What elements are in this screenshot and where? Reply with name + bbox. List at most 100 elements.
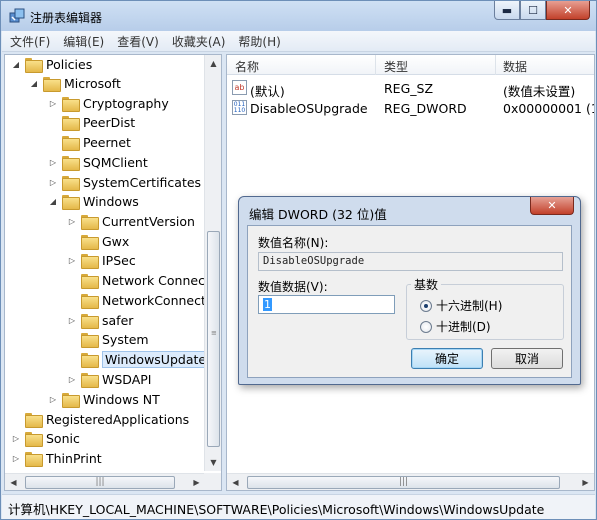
list-horizontal-scrollbar[interactable]: ◀ ||| ▶ — [227, 473, 594, 490]
folder-icon — [62, 116, 80, 131]
collapse-icon[interactable]: ◢ — [48, 197, 58, 207]
expand-icon[interactable]: ▷ — [11, 454, 21, 464]
radio-selected-icon[interactable] — [420, 299, 432, 312]
value-data-input[interactable]: 1 — [258, 295, 395, 314]
tree-item-label: WindowsUpdate — [102, 351, 210, 368]
scroll-right-icon[interactable]: ▶ — [188, 474, 205, 490]
tree-item-windows-nt[interactable]: ▷ Windows NT — [48, 390, 160, 409]
radio-unselected-icon[interactable] — [420, 320, 432, 333]
column-divider[interactable] — [495, 55, 496, 75]
tree-item-safer[interactable]: ▷ safer — [67, 311, 133, 330]
column-divider[interactable] — [375, 55, 376, 75]
tree-item-label: Microsoft — [64, 76, 121, 91]
close-icon: ✕ — [547, 199, 557, 212]
minimize-button[interactable]: ▬ — [494, 1, 520, 20]
tree-item-sonic[interactable]: ▷ Sonic — [11, 429, 80, 448]
tree-item-peerdist[interactable]: PeerDist — [48, 113, 135, 132]
tree-item-registeredapplications[interactable]: RegisteredApplications — [11, 410, 189, 429]
scroll-down-icon[interactable]: ▼ — [205, 454, 221, 471]
tree-item-microsoft[interactable]: ◢ Microsoft — [29, 74, 121, 93]
dialog-close-button[interactable]: ✕ — [530, 197, 574, 215]
menu-favorites[interactable]: 收藏夹(A) — [172, 33, 226, 50]
folder-icon — [43, 77, 61, 92]
tree-item-label: Peernet — [83, 135, 131, 150]
column-data[interactable]: 数据 — [503, 58, 527, 75]
tree-item-windows[interactable]: ◢ Windows — [48, 192, 139, 211]
tree-item-currentversion[interactable]: ▷ CurrentVersion — [67, 212, 195, 231]
regedit-app-icon — [9, 8, 25, 23]
tree-item-gwx[interactable]: Gwx — [67, 232, 129, 251]
no-expander — [67, 237, 77, 247]
scrollbar-corner — [204, 473, 221, 490]
expand-icon[interactable]: ▷ — [48, 99, 58, 109]
tree-item-cryptography[interactable]: ▷ Cryptography — [48, 94, 169, 113]
scroll-left-icon[interactable]: ◀ — [227, 474, 244, 490]
expand-icon[interactable]: ▷ — [11, 434, 21, 444]
no-expander — [48, 118, 58, 128]
no-expander — [67, 335, 77, 345]
radio-decimal[interactable]: 十进制(D) — [420, 318, 491, 335]
tree-item-policies[interactable]: ◢ Policies — [11, 55, 92, 74]
folder-icon — [62, 136, 80, 151]
tree-item-label: safer — [102, 313, 134, 328]
collapse-icon[interactable]: ◢ — [11, 60, 21, 70]
folder-icon — [62, 195, 80, 210]
dialog-body: 数值名称(N): DisableOSUpgrade 数值数据(V): 1 基数 … — [247, 225, 572, 378]
expand-icon[interactable]: ▷ — [67, 217, 77, 227]
radio-hex[interactable]: 十六进制(H) — [420, 297, 502, 314]
tree-item-ipsec[interactable]: ▷ IPSec — [67, 251, 136, 270]
cancel-button-label: 取消 — [514, 352, 539, 366]
tree-item-system[interactable]: System — [67, 330, 149, 349]
minimize-icon: ▬ — [501, 3, 513, 17]
value-data-text: 1 — [263, 298, 272, 311]
expand-icon[interactable]: ▷ — [48, 158, 58, 168]
tree-item-thinprint[interactable]: ▷ ThinPrint — [11, 449, 102, 468]
column-name[interactable]: 名称 — [235, 58, 259, 75]
tree-item-peernet[interactable]: Peernet — [48, 133, 131, 152]
tree-vertical-scrollbar[interactable]: ▲ ≡ ▼ — [204, 55, 221, 471]
tree-item-wsdapi[interactable]: ▷ WSDAPI — [67, 370, 151, 389]
value-type: REG_DWORD — [384, 101, 467, 116]
column-type[interactable]: 类型 — [384, 58, 408, 75]
expand-icon[interactable]: ▷ — [48, 178, 58, 188]
scroll-thumb[interactable]: ||| — [247, 476, 560, 489]
list-item[interactable]: 011 110 DisableOSUpgrade REG_DWORD 0x000… — [227, 98, 594, 118]
value-name-field: DisableOSUpgrade — [258, 252, 563, 271]
expand-icon[interactable]: ▷ — [67, 375, 77, 385]
scroll-up-icon[interactable]: ▲ — [205, 55, 221, 72]
menu-help[interactable]: 帮助(H) — [238, 33, 280, 50]
scroll-right-icon[interactable]: ▶ — [577, 474, 594, 490]
value-type: REG_SZ — [384, 81, 434, 96]
tree-item-label: Network Connecti — [102, 273, 214, 288]
close-button[interactable]: ✕ — [546, 1, 590, 20]
expand-icon[interactable]: ▷ — [48, 395, 58, 405]
scroll-thumb[interactable]: ≡ — [207, 231, 220, 447]
scroll-thumb[interactable]: ||| — [25, 476, 175, 489]
folder-icon — [81, 294, 99, 309]
expand-icon[interactable]: ▷ — [67, 256, 77, 266]
window-title: 注册表编辑器 — [30, 11, 103, 25]
maximize-button[interactable]: ☐ — [520, 1, 546, 20]
menu-bar: 文件(F) 编辑(E) 查看(V) 收藏夹(A) 帮助(H) — [2, 31, 595, 52]
no-expander — [67, 276, 77, 286]
edit-dword-dialog: 编辑 DWORD (32 位)值 ✕ 数值名称(N): DisableOSUpg… — [238, 196, 581, 385]
tree-item-systemcertificates[interactable]: ▷ SystemCertificates — [48, 173, 201, 192]
tree-item-networkconnectivity[interactable]: NetworkConnectiv — [67, 291, 217, 310]
cancel-button[interactable]: 取消 — [491, 348, 563, 369]
tree-item-network-connections[interactable]: Network Connecti — [67, 271, 213, 290]
expand-icon[interactable]: ▷ — [67, 316, 77, 326]
tree-item-label: SystemCertificates — [83, 175, 202, 190]
tree-horizontal-scrollbar[interactable]: ◀ ||| ▶ — [5, 473, 205, 490]
menu-view[interactable]: 查看(V) — [117, 33, 159, 50]
ok-button[interactable]: 确定 — [411, 348, 483, 369]
key-tree-pane[interactable]: ◢ Policies ◢ Microsoft ▷ Cryptography Pe… — [4, 54, 222, 491]
tree-item-windowsupdate[interactable]: WindowsUpdate — [67, 350, 210, 369]
tree-item-sqmclient[interactable]: ▷ SQMClient — [48, 153, 148, 172]
tree-item-label: CurrentVersion — [102, 214, 195, 229]
collapse-icon[interactable]: ◢ — [29, 79, 39, 89]
folder-icon — [25, 413, 43, 428]
menu-file[interactable]: 文件(F) — [10, 33, 50, 50]
list-item[interactable]: ab (默认) REG_SZ (数值未设置) — [227, 78, 594, 99]
menu-edit[interactable]: 编辑(E) — [63, 33, 104, 50]
scroll-left-icon[interactable]: ◀ — [5, 474, 22, 490]
